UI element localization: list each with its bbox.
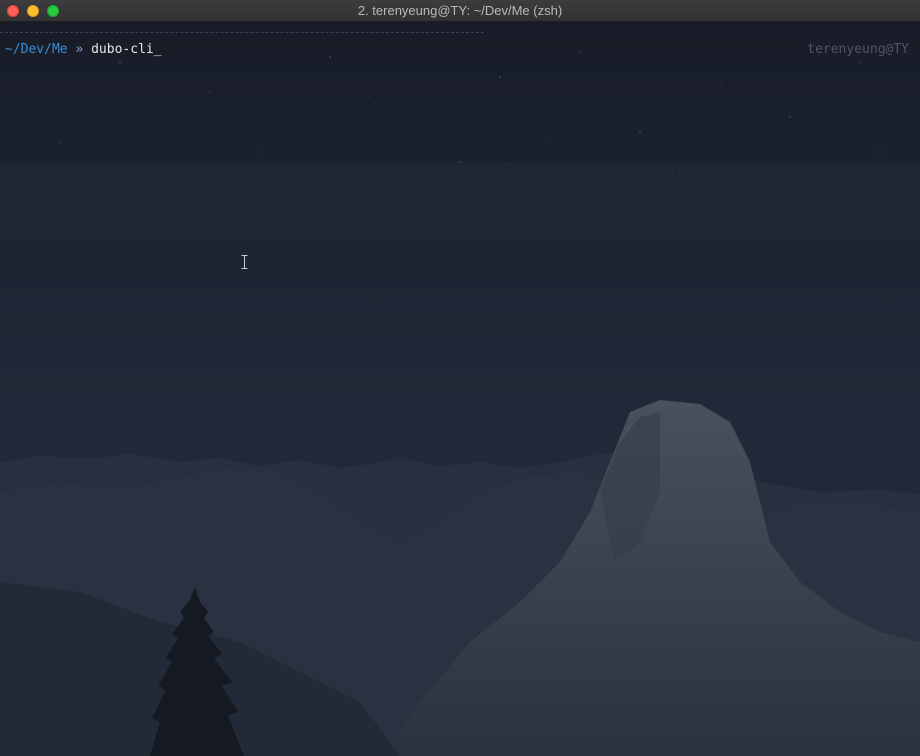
tab-separator [0,32,484,33]
terminal-pane[interactable]: ~/Dev/Me » dubo-cli_ terenyeung@TY [0,22,920,756]
right-prompt: terenyeung@TY [807,42,909,57]
command-input[interactable]: dubo-cli [91,42,154,57]
text-cursor: _ [153,42,162,57]
terminal-window: 2. terenyeung@TY: ~/Dev/Me (zsh) ~/Dev/M… [0,0,920,756]
ibeam-cursor-icon [241,255,248,269]
title-bar[interactable]: 2. terenyeung@TY: ~/Dev/Me (zsh) [0,0,920,22]
background-wallpaper [0,22,920,756]
window-title: 2. terenyeung@TY: ~/Dev/Me (zsh) [357,3,563,18]
prompt-separator: » [67,42,92,57]
prompt-line[interactable]: ~/Dev/Me » dubo-cli_ [5,42,162,58]
prompt-path: ~/Dev/Me [5,42,68,57]
